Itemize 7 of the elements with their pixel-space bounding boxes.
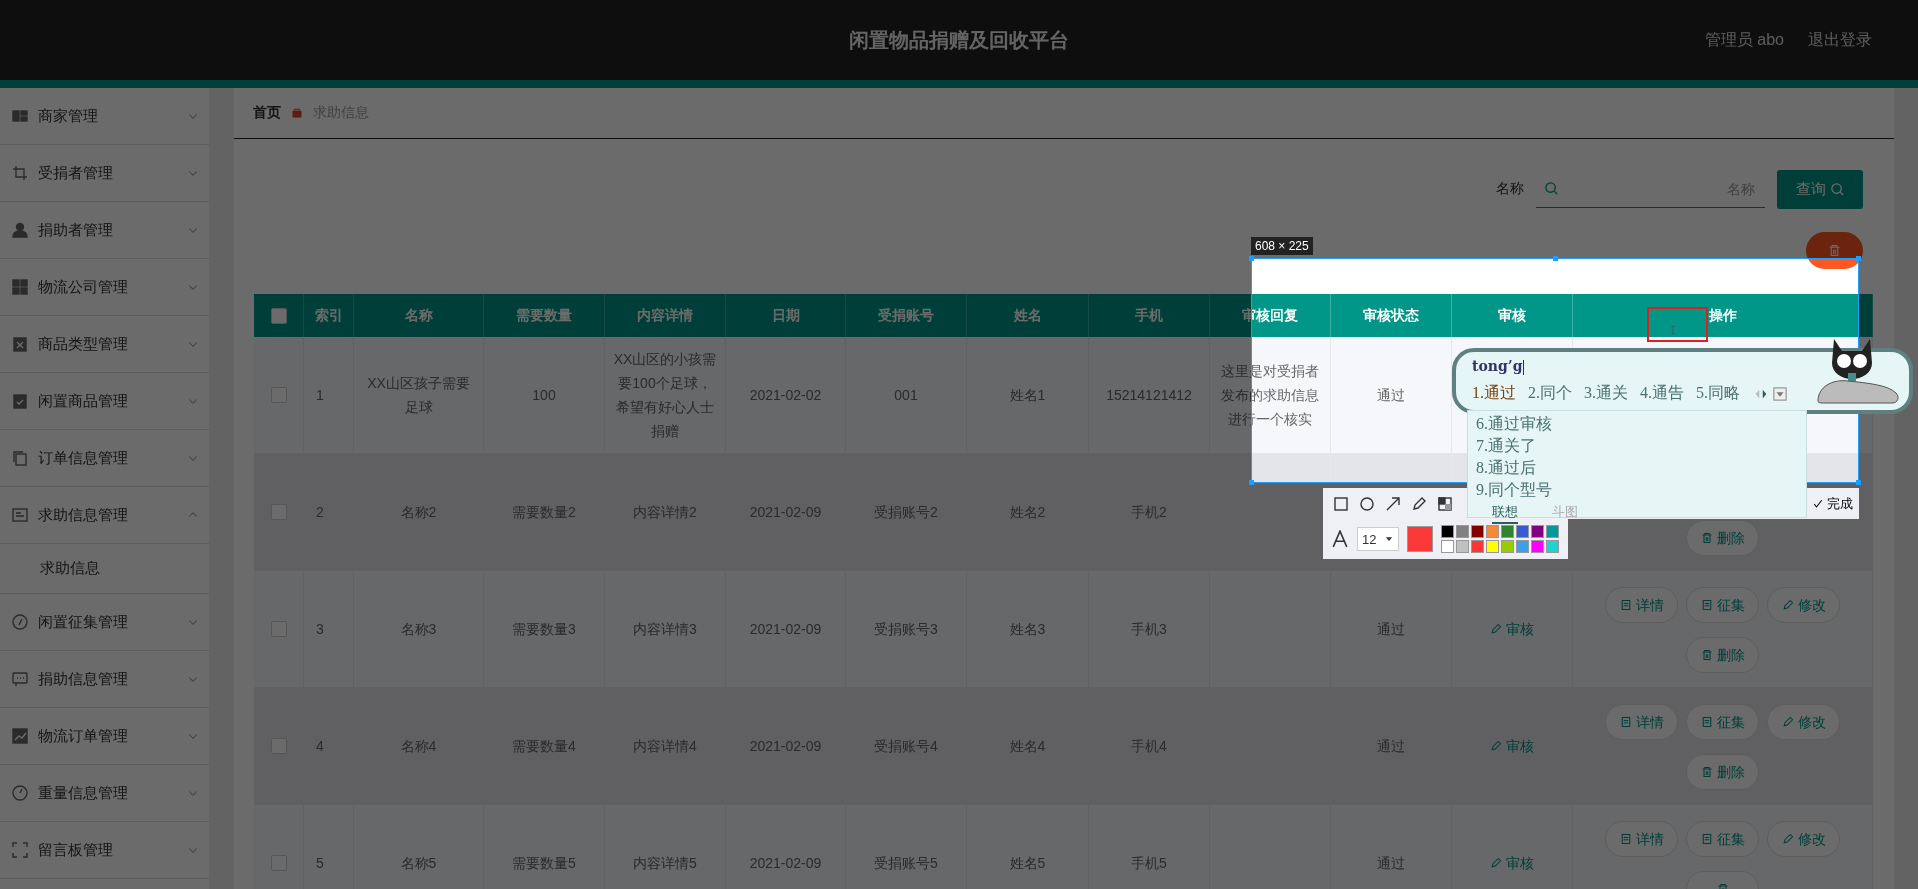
column-header: 审核状态 — [1331, 294, 1452, 337]
app-title: 闲置物品捐赠及回收平台 — [849, 27, 1069, 53]
search-label: 名称 — [1496, 180, 1524, 198]
column-header: 审核 — [1452, 294, 1573, 337]
selection-size-label: 608 × 225 — [1251, 237, 1313, 255]
table-cell: 通过 — [1331, 337, 1452, 454]
ime-composition: tong’g — [1472, 358, 1525, 375]
